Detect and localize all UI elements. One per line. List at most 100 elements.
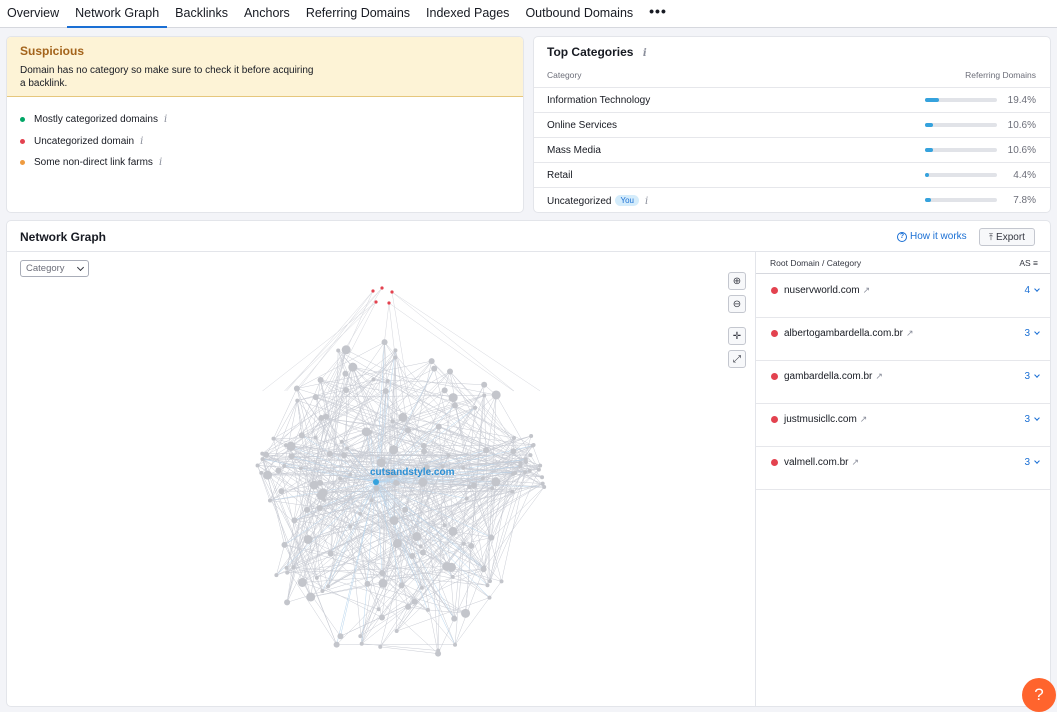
graph-node (451, 615, 458, 622)
graph-node (286, 441, 296, 451)
red-dot-icon (771, 373, 778, 380)
external-link-icon[interactable]: ↗ (875, 371, 883, 381)
external-link-icon[interactable]: ↗ (860, 414, 868, 424)
authority-score[interactable]: 3 (1024, 371, 1040, 382)
zoom-in-button[interactable]: ⊕ (728, 272, 746, 290)
category-row: Information Technology 19.4% (534, 87, 1050, 112)
tab-indexed-pages[interactable]: Indexed Pages (418, 0, 517, 28)
graph-node (467, 484, 472, 489)
tab-overview[interactable]: Overview (0, 0, 67, 28)
info-icon[interactable]: i (645, 196, 648, 207)
graph-node (313, 435, 318, 440)
suspicious-card: Suspicious Domain has no category so mak… (7, 37, 523, 212)
domain-row[interactable]: valmell.com.br ↗ 3 (756, 446, 1050, 490)
graph-node (480, 476, 485, 481)
graph-node (341, 452, 348, 459)
domain-name[interactable]: nuservworld.com (784, 285, 860, 296)
info-icon[interactable]: i (140, 136, 143, 147)
graph-node (389, 445, 399, 455)
tab-outbound-domains[interactable]: Outbound Domains (517, 0, 641, 28)
graph-node (530, 443, 535, 448)
graph-node (297, 577, 307, 587)
domain-row[interactable]: gambardella.com.br ↗ 3 (756, 360, 1050, 404)
column-header-referring-domains[interactable]: Referring Domains (965, 70, 1036, 80)
chevron-down-icon (1034, 458, 1040, 464)
link-farm-node (387, 301, 391, 305)
help-button[interactable]: ? (1022, 678, 1056, 712)
graph-node (278, 488, 285, 495)
info-icon[interactable]: i (159, 157, 162, 168)
domain-row[interactable]: justmusicllc.com ↗ 3 (756, 403, 1050, 447)
authority-score[interactable]: 3 (1024, 457, 1040, 468)
domain-name[interactable]: valmell.com.br (784, 457, 848, 468)
info-icon[interactable]: i (643, 48, 647, 59)
tab-backlinks[interactable]: Backlinks (167, 0, 236, 28)
tab-anchors[interactable]: Anchors (236, 0, 298, 28)
info-icon[interactable]: i (164, 114, 167, 125)
zoom-out-button[interactable]: ⊖ (728, 295, 746, 313)
graph-node (398, 412, 408, 422)
graph-node (389, 515, 399, 525)
center-graph-button[interactable]: ✛ (728, 327, 746, 345)
graph-node (513, 470, 518, 475)
graph-node (473, 405, 478, 410)
authority-score[interactable]: 3 (1024, 328, 1040, 339)
external-link-icon[interactable]: ↗ (863, 285, 871, 295)
domain-name[interactable]: albertogambardella.com.br (784, 328, 903, 339)
category-percent: 19.4% (1007, 95, 1036, 106)
external-link-icon[interactable]: ↗ (906, 328, 914, 338)
link-farm-node (371, 289, 375, 293)
graph-node (411, 598, 418, 605)
more-tabs-icon[interactable]: ••• (641, 0, 675, 28)
graph-node (336, 348, 341, 353)
graph-node (259, 470, 264, 475)
graph-node (309, 480, 319, 490)
graph-node (284, 565, 289, 570)
red-dot-icon (771, 287, 778, 294)
domain-name[interactable]: justmusicllc.com (784, 414, 857, 425)
export-button[interactable]: ⤒ Export (979, 228, 1035, 246)
legend-item: Uncategorized domain i (20, 131, 510, 153)
network-graph-canvas[interactable]: cutsandstyle.com (237, 281, 567, 671)
graph-node (271, 436, 276, 441)
category-select[interactable]: Category (20, 260, 89, 277)
authority-score[interactable]: 4 (1024, 285, 1040, 296)
chevron-down-icon (1034, 372, 1040, 378)
domain-row[interactable]: albertogambardella.com.br ↗ 3 (756, 317, 1050, 361)
fullscreen-button[interactable]: ⤢ (728, 350, 746, 368)
graph-node (295, 398, 300, 403)
graph-node (358, 634, 363, 639)
legend-label: Uncategorized domain (34, 135, 135, 147)
link-farm-node (374, 300, 378, 304)
category-percent: 10.6% (1007, 120, 1036, 131)
graph-node (528, 453, 533, 458)
graph-node (341, 345, 351, 355)
tab-referring-domains[interactable]: Referring Domains (298, 0, 418, 28)
how-it-works-link[interactable]: ? How it works (897, 231, 967, 242)
green-dot-icon (20, 117, 25, 123)
graph-node (418, 477, 428, 487)
zoom-in-icon: ⊕ (732, 275, 742, 287)
graph-node (260, 451, 265, 456)
graph-node (293, 385, 300, 392)
graph-node (428, 358, 435, 365)
graph-node (527, 468, 532, 473)
graph-node (451, 402, 458, 409)
graph-edge (454, 567, 485, 645)
graph-node (390, 419, 395, 424)
graph-node (381, 339, 388, 346)
graph-node (304, 506, 311, 513)
graph-node (480, 566, 487, 573)
tab-network-graph[interactable]: Network Graph (67, 0, 168, 28)
center-domain-label: cutsandstyle.com (370, 467, 455, 478)
graph-edge (284, 287, 383, 392)
graph-node (285, 570, 290, 575)
domain-row[interactable]: nuservworld.com ↗ 4 (756, 274, 1050, 318)
domain-name[interactable]: gambardella.com.br (784, 371, 872, 382)
graph-node (378, 614, 385, 621)
graph-node (483, 447, 490, 454)
external-link-icon[interactable]: ↗ (851, 457, 859, 467)
column-header-as[interactable]: AS ≡ (1019, 258, 1038, 268)
graph-edge (411, 483, 543, 557)
authority-score[interactable]: 3 (1024, 414, 1040, 425)
